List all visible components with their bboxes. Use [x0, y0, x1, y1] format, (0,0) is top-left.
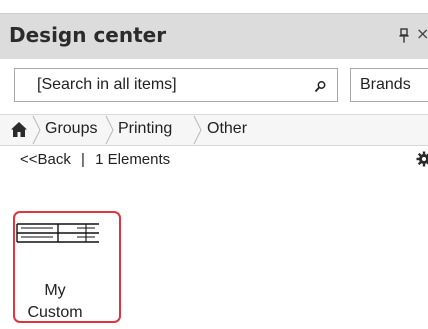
brands-dropdown[interactable]: Brands [350, 68, 428, 102]
breadcrumb-item-printing[interactable]: Printing [118, 120, 172, 138]
search-input[interactable]: [Search in all items] [14, 68, 338, 102]
panel-title: Design center [9, 23, 167, 47]
element-label-line-1: My [44, 282, 66, 299]
breadcrumb-separator-icon [105, 115, 114, 145]
search-icon[interactable] [313, 80, 327, 94]
nav-row: <<Back | 1 Elements [20, 151, 170, 168]
element-count: 1 Elements [95, 151, 171, 168]
panel-header: Design center × [0, 13, 428, 59]
close-icon[interactable]: × [416, 24, 428, 43]
back-link[interactable]: <<Back [20, 151, 71, 168]
breadcrumb-separator-icon [32, 115, 41, 145]
brands-label: Brands [360, 76, 411, 93]
breadcrumb-item-other[interactable]: Other [207, 120, 247, 138]
breadcrumb-separator-icon [193, 115, 202, 145]
element-label-line-2: Custom [27, 304, 83, 321]
home-icon[interactable] [10, 121, 28, 138]
element-thumbnail [16, 223, 99, 243]
top-strip [0, 0, 428, 13]
breadcrumb: Groups Printing Other [0, 114, 428, 146]
element-label: My Custom [15, 280, 95, 321]
search-placeholder: [Search in all items] [37, 76, 177, 93]
element-tile[interactable]: My Custom [13, 211, 121, 323]
gear-icon[interactable] [416, 151, 428, 167]
pin-icon[interactable] [398, 28, 410, 44]
nav-separator: | [81, 151, 85, 168]
breadcrumb-item-groups[interactable]: Groups [45, 120, 97, 138]
